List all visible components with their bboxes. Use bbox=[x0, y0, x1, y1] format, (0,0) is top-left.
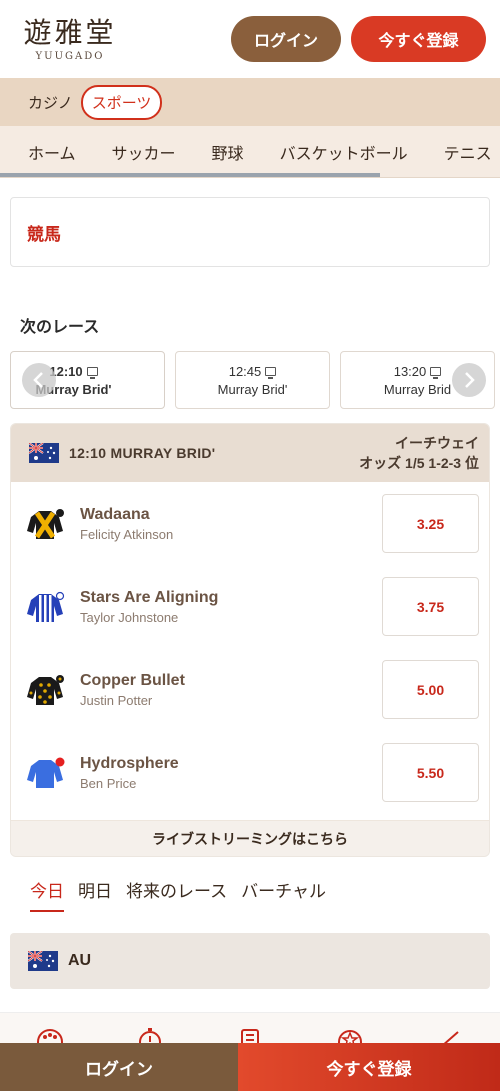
chevron-left-icon bbox=[33, 372, 43, 388]
live-stream-link[interactable]: ライブストリーミングはこちら bbox=[11, 820, 489, 856]
region-header[interactable]: AU bbox=[10, 933, 490, 989]
each-way-terms: イーチウェイ オッズ 1/5 1-2-3 位 bbox=[359, 433, 479, 473]
tab-baseball[interactable]: 野球 bbox=[212, 140, 244, 164]
tab-soccer[interactable]: サッカー bbox=[112, 140, 176, 164]
odds-button[interactable]: 5.00 bbox=[382, 660, 479, 719]
tab-scroll-indicator bbox=[0, 173, 380, 177]
tab-tomorrow[interactable]: 明日 bbox=[78, 877, 112, 910]
page-title: 競馬 bbox=[27, 224, 61, 244]
bottom-login-button[interactable]: ログイン bbox=[0, 1043, 238, 1091]
each-way-odds: オッズ 1/5 1-2-3 位 bbox=[359, 455, 479, 471]
jockey-silk-icon bbox=[27, 674, 64, 705]
jockey-silk-icon bbox=[27, 591, 65, 622]
tab-virtual[interactable]: バーチャル bbox=[241, 877, 326, 910]
carousel-next-button[interactable] bbox=[452, 363, 486, 397]
race-header-left: 12:10 MURRAY BRID' bbox=[29, 443, 215, 463]
bottom-nav bbox=[0, 1012, 500, 1044]
category-casino[interactable]: カジノ bbox=[28, 92, 73, 113]
sport-tabs: ホーム サッカー 野球 バスケットボール テニス バ bbox=[0, 126, 500, 178]
carousel-prev-button[interactable] bbox=[22, 363, 56, 397]
tab-tennis[interactable]: テニス bbox=[444, 140, 492, 164]
tab-today[interactable]: 今日 bbox=[30, 877, 64, 912]
runner-row: Stars Are Aligning Taylor Johnstone 3.75 bbox=[11, 565, 489, 648]
runner-row: Hydrosphere Ben Price 5.50 bbox=[11, 731, 489, 814]
next-races-carousel: 12:10 Murray Brid' 12:45 Murray Brid' 13… bbox=[10, 351, 495, 409]
monitor-icon bbox=[430, 366, 442, 379]
runner-info: Stars Are Aligning Taylor Johnstone bbox=[80, 589, 382, 625]
race-card[interactable]: 12:45 Murray Brid' bbox=[175, 351, 330, 409]
odds-button[interactable]: 3.25 bbox=[382, 494, 479, 553]
race-panel: 12:10 MURRAY BRID' イーチウェイ オッズ 1/5 1-2-3 … bbox=[10, 423, 490, 857]
race-cards: 12:10 Murray Brid' 12:45 Murray Brid' 13… bbox=[10, 351, 495, 409]
runner-name: Stars Are Aligning bbox=[80, 588, 219, 606]
runner-info: Hydrosphere Ben Price bbox=[80, 755, 382, 791]
jockey-name: Ben Price bbox=[80, 775, 137, 791]
header-actions: ログイン 今すぐ登録 bbox=[231, 16, 486, 62]
bottom-cta-bar: ログイン 今すぐ登録 bbox=[0, 1043, 500, 1091]
australia-flag-icon bbox=[29, 443, 59, 463]
race-venue: Murray Brid bbox=[383, 381, 452, 397]
page-title-card: 競馬 bbox=[10, 197, 490, 267]
tab-home[interactable]: ホーム bbox=[28, 140, 76, 164]
race-time: 12:45 bbox=[229, 364, 277, 379]
race-time: 13:20 bbox=[394, 364, 442, 379]
jockey-name: Taylor Johnstone bbox=[80, 609, 179, 625]
day-tabs: 今日 明日 将来のレース バーチャル bbox=[10, 877, 490, 913]
tab-basketball[interactable]: バスケットボール bbox=[280, 140, 408, 164]
runner-info: Copper Bullet Justin Potter bbox=[80, 672, 382, 708]
casino-chip-icon[interactable] bbox=[36, 1020, 64, 1044]
jockey-name: Justin Potter bbox=[80, 692, 153, 708]
runner-list: Wadaana Felicity Atkinson 3.25 Stars Are… bbox=[11, 482, 489, 820]
runner-name: Hydrosphere bbox=[80, 754, 179, 772]
runner-info: Wadaana Felicity Atkinson bbox=[80, 506, 382, 542]
star-icon[interactable] bbox=[336, 1020, 364, 1044]
australia-flag-icon bbox=[28, 951, 58, 971]
menu-icon[interactable] bbox=[436, 1020, 464, 1044]
race-time-text: 13:20 bbox=[393, 363, 427, 379]
runner-name: Wadaana bbox=[80, 505, 150, 523]
register-button[interactable]: 今すぐ登録 bbox=[351, 16, 486, 62]
race-venue: Murray Brid' bbox=[217, 381, 288, 397]
jockey-silk-icon bbox=[27, 508, 64, 539]
main-content: 競馬 次のレース 12:10 Murray Brid' 12:45 Murray… bbox=[0, 197, 500, 989]
region-label: AU bbox=[68, 952, 92, 969]
runner-row: Copper Bullet Justin Potter 5.00 bbox=[11, 648, 489, 731]
race-title: 12:10 MURRAY BRID' bbox=[69, 445, 216, 461]
logo-text: 遊雅堂 bbox=[23, 15, 117, 49]
odds-button[interactable]: 5.50 bbox=[382, 743, 479, 802]
jockey-name: Felicity Atkinson bbox=[80, 526, 174, 542]
monitor-icon bbox=[86, 366, 98, 379]
odds-button[interactable]: 3.75 bbox=[382, 577, 479, 636]
site-logo[interactable]: 遊雅堂 YUUGADO bbox=[14, 15, 126, 62]
category-sports[interactable]: スポーツ bbox=[80, 84, 163, 120]
top-header: 遊雅堂 YUUGADO ログイン 今すぐ登録 bbox=[0, 0, 500, 78]
category-bar: カジノ スポーツ bbox=[0, 78, 500, 126]
logo-subtext: YUUGADO bbox=[35, 50, 105, 62]
chevron-right-icon bbox=[465, 372, 475, 388]
jockey-silk-icon bbox=[27, 757, 65, 788]
betslip-icon[interactable] bbox=[236, 1020, 264, 1044]
runner-name: Copper Bullet bbox=[80, 671, 185, 689]
race-time-text: 12:45 bbox=[228, 363, 262, 379]
tab-future-races[interactable]: 将来のレース bbox=[126, 877, 227, 910]
login-button[interactable]: ログイン bbox=[231, 16, 341, 62]
each-way-label: イーチウェイ bbox=[395, 435, 479, 451]
bottom-register-button[interactable]: 今すぐ登録 bbox=[238, 1043, 500, 1091]
race-header: 12:10 MURRAY BRID' イーチウェイ オッズ 1/5 1-2-3 … bbox=[11, 424, 489, 482]
runner-row: Wadaana Felicity Atkinson 3.25 bbox=[11, 482, 489, 565]
monitor-icon bbox=[265, 366, 277, 379]
stopwatch-icon[interactable] bbox=[136, 1020, 164, 1044]
next-races-title: 次のレース bbox=[20, 319, 100, 336]
race-time: 12:10 bbox=[49, 364, 98, 379]
